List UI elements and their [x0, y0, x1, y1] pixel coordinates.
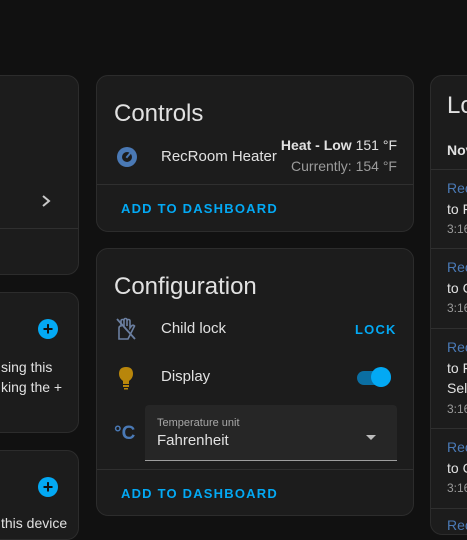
automations-card: + sing this king the +	[0, 292, 79, 433]
log-entry-extra: Sele	[447, 380, 467, 396]
lightbulb-icon	[117, 366, 135, 395]
log-entry-action: to C	[447, 280, 467, 296]
dropdown-arrow-icon	[365, 429, 377, 447]
display-toggle-knob	[371, 367, 391, 387]
add-plus-icon[interactable]: +	[38, 319, 58, 339]
thermostat-icon[interactable]	[116, 146, 138, 173]
configuration-card: Configuration Child lock LOCK Display °C…	[96, 248, 414, 516]
heater-entity-name[interactable]: RecRoom Heater	[161, 148, 277, 165]
log-entry-action: to F	[447, 360, 467, 376]
add-plus-icon-2[interactable]: +	[38, 477, 58, 497]
heater-state[interactable]: Heat - Low 151 °F	[281, 137, 397, 153]
chevron-right-icon[interactable]	[39, 194, 53, 213]
log-entry-name[interactable]: Rec	[447, 259, 467, 275]
thermometer-celsius-icon: °C	[114, 423, 136, 444]
heater-current-temp: Currently: 154 °F	[291, 158, 397, 174]
scenes-card: + this device	[0, 450, 79, 540]
log-entry-time: 3:16	[447, 222, 467, 236]
controls-title: Controls	[114, 100, 204, 127]
controls-card: Controls RecRoom Heater Heat - Low 151 °…	[96, 75, 414, 232]
heater-target-temp: 151 °F	[355, 137, 397, 153]
device-info-card	[0, 75, 79, 275]
log-entry-name[interactable]: Rec	[447, 180, 467, 196]
temperature-unit-label: Temperature unit	[157, 417, 240, 429]
configuration-title: Configuration	[114, 273, 257, 300]
log-entry-time: 3:16	[447, 301, 467, 315]
logbook-title: Lo	[447, 92, 467, 119]
log-entry-name[interactable]: Rec	[447, 339, 467, 355]
heater-mode: Heat - Low	[280, 137, 352, 153]
log-entry-name[interactable]: Rec	[447, 517, 467, 533]
temperature-unit-value: Fahrenheit	[157, 432, 229, 449]
hand-lock-icon	[115, 317, 137, 346]
child-lock-label: Child lock	[161, 320, 227, 337]
logbook-date-header: Nov	[447, 142, 467, 158]
automations-hint-line1: sing this	[1, 359, 53, 375]
display-toggle[interactable]	[355, 366, 393, 388]
configuration-add-to-dashboard-button[interactable]: ADD TO DASHBOARD	[121, 486, 278, 501]
controls-add-to-dashboard-button[interactable]: ADD TO DASHBOARD	[121, 201, 278, 216]
lock-button[interactable]: LOCK	[355, 322, 397, 337]
log-entry-time: 3:16	[447, 402, 467, 416]
scenes-hint-line: this device	[1, 515, 68, 531]
display-label: Display	[161, 368, 211, 385]
log-entry-action: to C	[447, 460, 467, 476]
log-entry-time: 3:16	[447, 481, 467, 495]
automations-hint-line2: king the +	[1, 379, 63, 395]
logbook-card: Lo Nov Rec to F 3:16 Rec to C 3:16 Rec t…	[430, 75, 467, 535]
log-entry-name[interactable]: Rec	[447, 439, 467, 455]
temperature-unit-select[interactable]: Temperature unit Fahrenheit	[145, 405, 397, 461]
log-entry-action: to F	[447, 201, 467, 217]
